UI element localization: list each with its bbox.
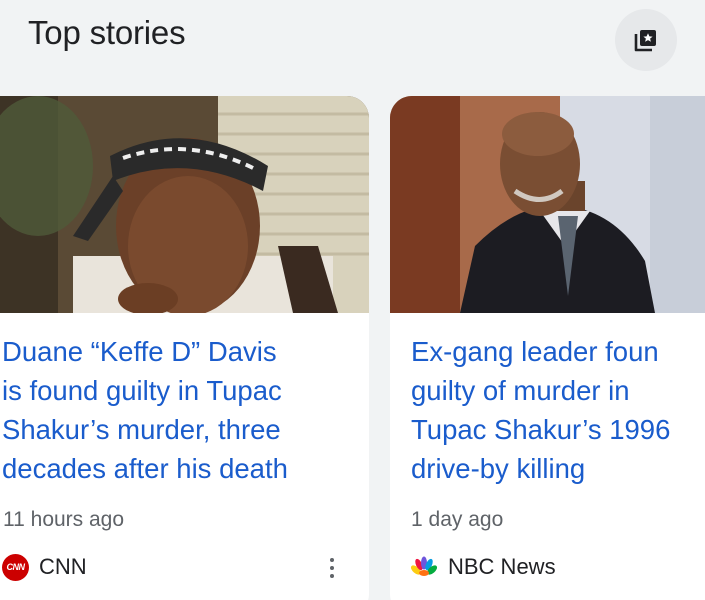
- more-vert-icon: [330, 566, 334, 570]
- source-name: NBC News: [448, 554, 556, 579]
- headline-line: decades after his death: [2, 453, 288, 484]
- story-card[interactable]: Duane “Keffe D” Davis is found guilty in…: [0, 96, 369, 600]
- cnn-logo-icon: CNN: [2, 553, 29, 581]
- more-vert-icon: [330, 574, 334, 578]
- headline-line: Duane “Keffe D” Davis: [2, 336, 277, 367]
- nbc-peacock-icon: [410, 556, 438, 576]
- headline-line: drive-by killing: [411, 453, 586, 484]
- saved-stories-icon: [634, 30, 656, 52]
- story-headline[interactable]: Duane “Keffe D” Davis is found guilty in…: [2, 332, 288, 488]
- headline-line: Ex-gang leader foun: [411, 336, 659, 367]
- headline-line: Shakur’s murder, three: [2, 414, 281, 445]
- source-name: CNN: [39, 554, 87, 579]
- section-title: Top stories: [28, 14, 186, 51]
- story-card[interactable]: Ex-gang leader foun guilty of murder in …: [390, 96, 705, 600]
- more-vert-icon: [330, 558, 334, 562]
- top-stories-page: Top stories Duane “Keffe D” Davis is fou…: [0, 0, 705, 600]
- story-timestamp: 1 day ago: [411, 508, 504, 531]
- story-thumbnail[interactable]: [390, 96, 705, 313]
- story-timestamp: 11 hours ago: [3, 508, 125, 531]
- saved-stories-button[interactable]: [615, 9, 677, 71]
- headline-line: is found guilty in Tupac: [2, 375, 282, 406]
- story-image: [390, 96, 705, 313]
- headline-line: guilty of murder in: [411, 375, 630, 406]
- more-options-button[interactable]: [318, 552, 346, 584]
- story-image: [0, 96, 369, 313]
- story-source[interactable]: NBC News: [410, 552, 556, 582]
- headline-line: Tupac Shakur’s 1996: [411, 414, 671, 445]
- story-headline[interactable]: Ex-gang leader foun guilty of murder in …: [411, 332, 670, 488]
- story-source[interactable]: CNN CNN: [2, 552, 87, 582]
- story-thumbnail[interactable]: [0, 96, 369, 313]
